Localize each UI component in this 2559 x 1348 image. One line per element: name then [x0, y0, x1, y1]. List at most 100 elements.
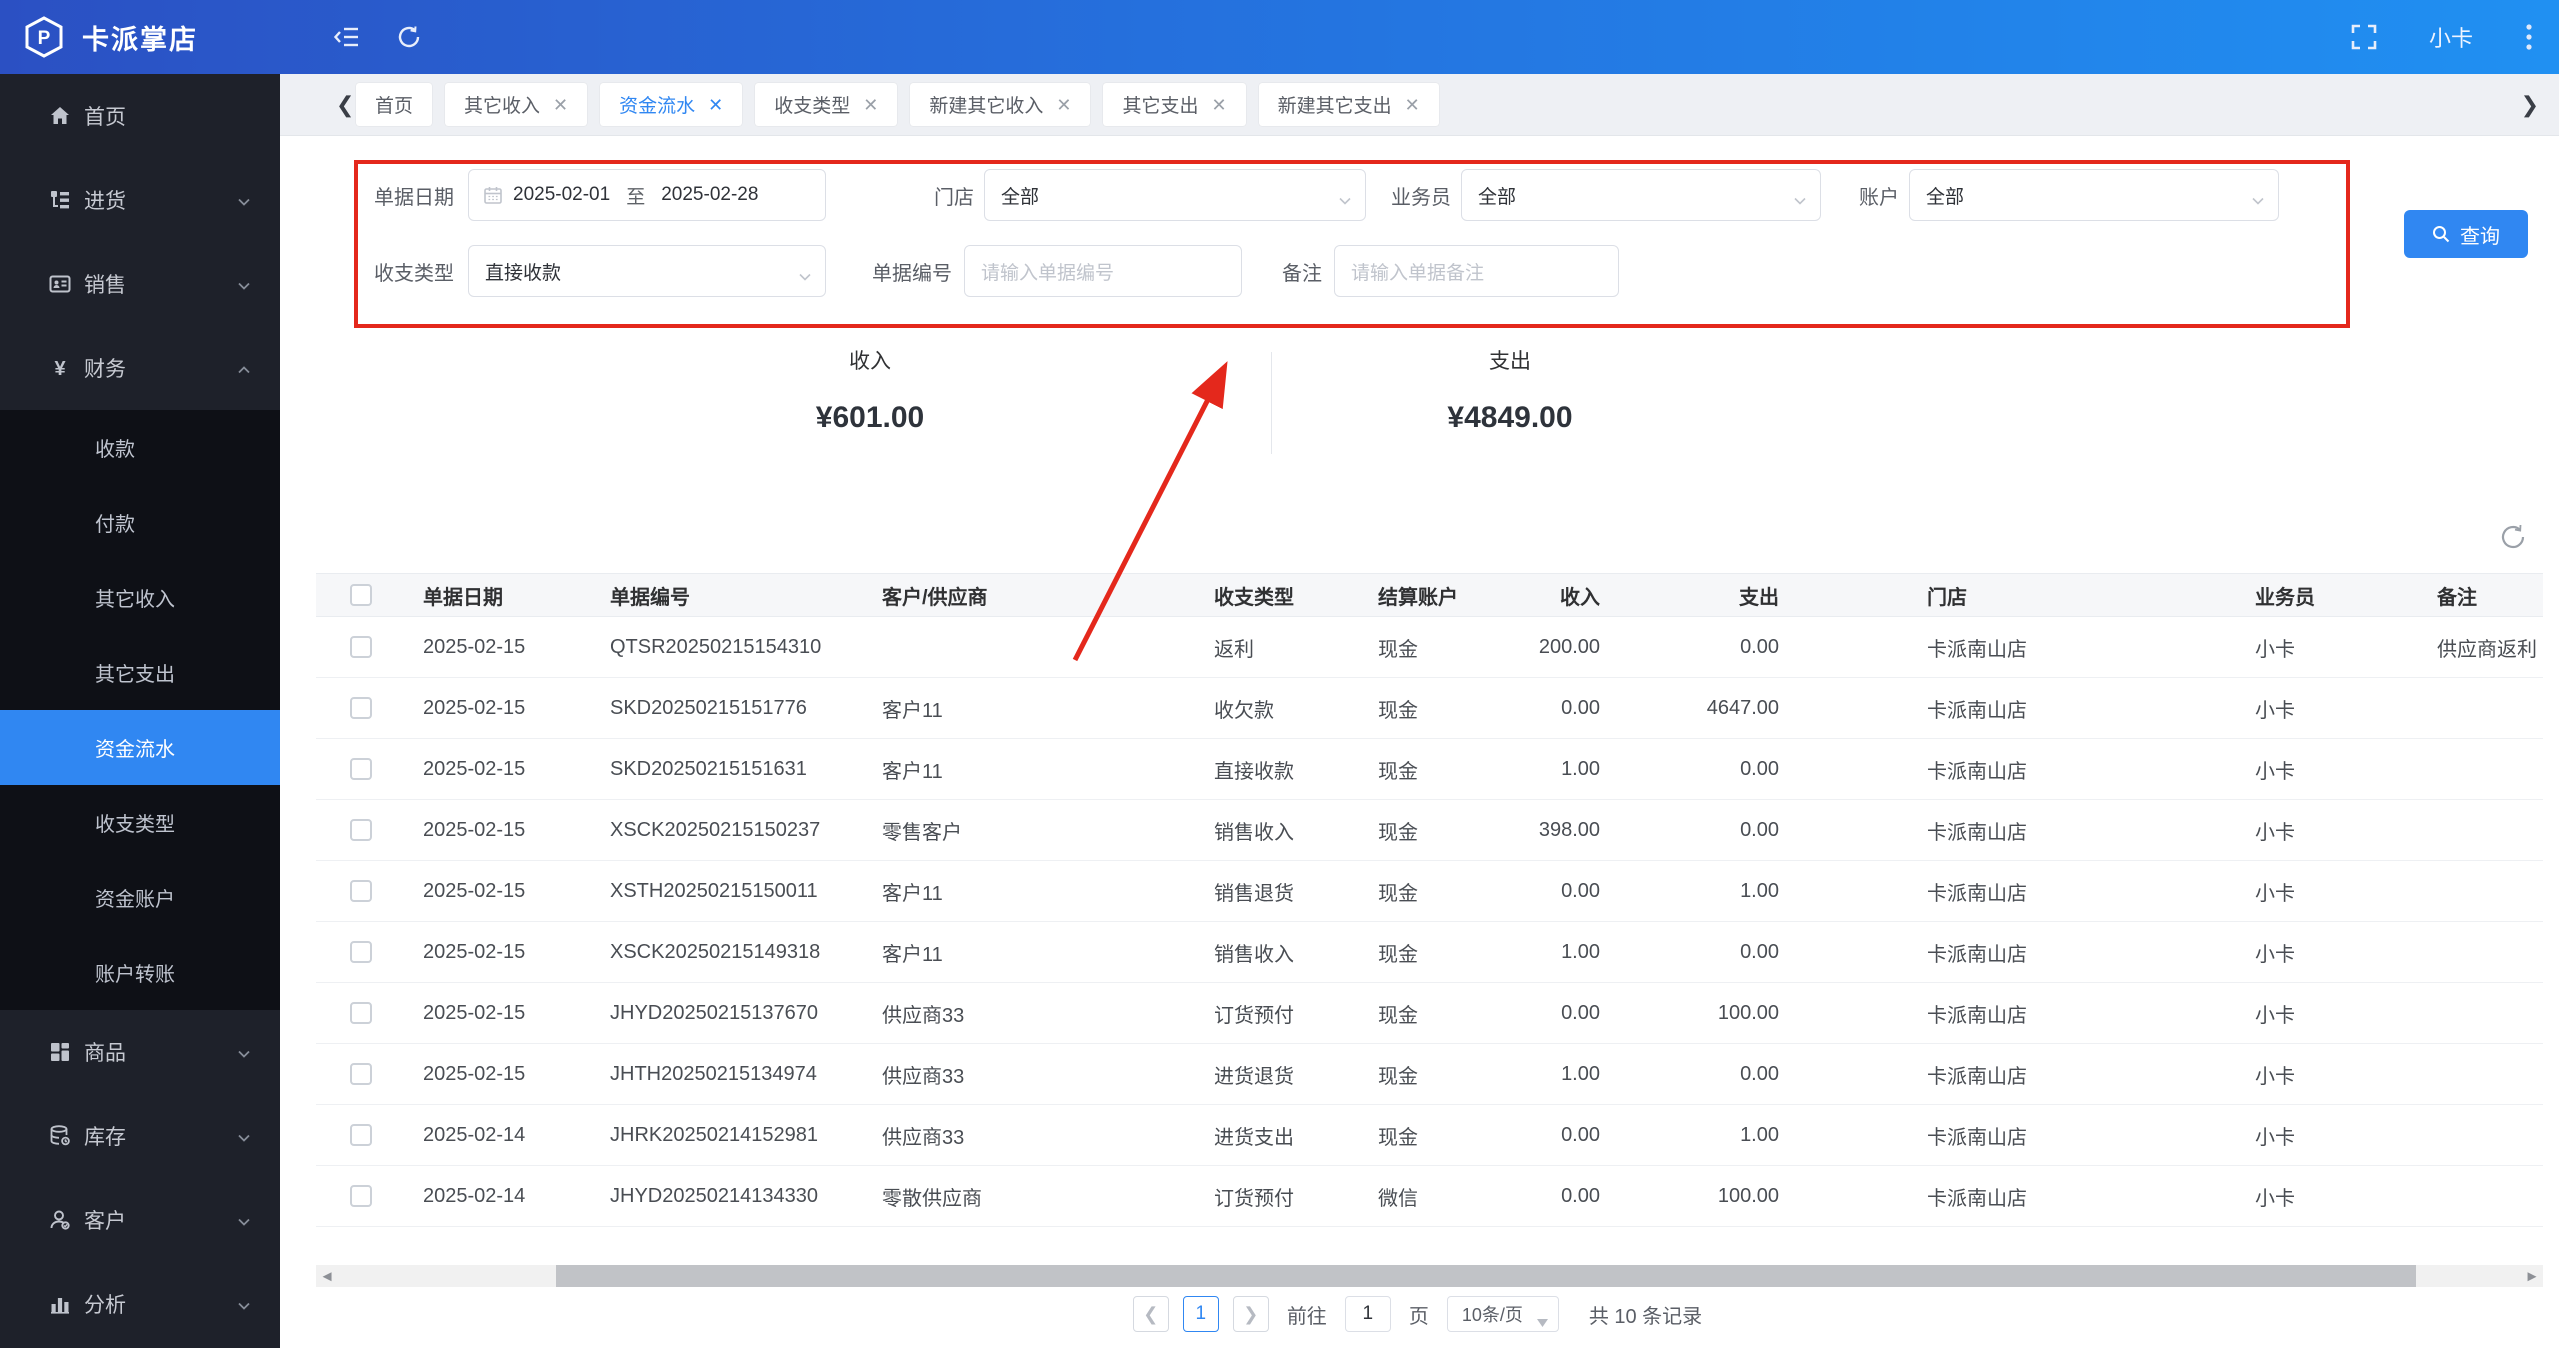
page-size-select[interactable]: 10条/页: [1446, 1296, 1559, 1332]
horizontal-scrollbar[interactable]: ◄ ►: [316, 1265, 2543, 1287]
collapse-menu-icon[interactable]: [334, 24, 360, 50]
cell-customer: 客户11: [854, 860, 1186, 922]
sidebar-item[interactable]: 资金流水: [0, 710, 280, 785]
cell-expense: 100.00: [1606, 982, 1785, 1044]
sidebar-item[interactable]: 账户转账: [0, 935, 280, 1010]
row-checkbox[interactable]: [350, 941, 372, 964]
table-row: 2025-02-14 JHYD20250214134330 零散供应商 订货预付…: [316, 1165, 2543, 1227]
user-name[interactable]: 小卡: [2429, 21, 2473, 53]
svg-text:¥: ¥: [54, 358, 66, 380]
remark-input[interactable]: 请输入单据备注: [1334, 245, 1619, 297]
row-checkbox[interactable]: [350, 1124, 372, 1147]
row-checkbox[interactable]: [350, 636, 372, 659]
filter-row-2: 收支类型 直接收款 单据编号 请输入单据编号 备注 请输入单据备注: [280, 245, 1619, 297]
cell-docno-link[interactable]: QTSR20250215154310: [582, 616, 854, 678]
refresh-icon[interactable]: [396, 24, 422, 50]
cell-date: 2025-02-15: [395, 738, 582, 800]
tab-close-icon[interactable]: ✕: [1211, 96, 1226, 114]
page-number-button[interactable]: 1: [1182, 1296, 1219, 1332]
tab[interactable]: 其它收入 ✕: [445, 83, 588, 126]
sidebar-item[interactable]: 分析: [0, 1262, 280, 1346]
col-store: 门店: [1785, 573, 2227, 617]
row-checkbox[interactable]: [350, 1002, 372, 1025]
row-checkbox[interactable]: [350, 880, 372, 903]
tab[interactable]: 新建其它收入 ✕: [910, 83, 1091, 126]
account-select[interactable]: 全部: [1909, 169, 2279, 221]
cell-account: 现金: [1350, 616, 1498, 678]
chevron-icon: [236, 1212, 252, 1228]
row-checkbox[interactable]: [350, 819, 372, 842]
goto-label: 前往: [1286, 1305, 1327, 1328]
scroll-right-icon[interactable]: ►: [2521, 1265, 2543, 1287]
cell-docno-link[interactable]: XSTH20250215150011: [582, 860, 854, 922]
sidebar-item[interactable]: 进货: [0, 158, 280, 242]
tab-close-icon[interactable]: ✕: [863, 96, 878, 114]
row-checkbox[interactable]: [350, 697, 372, 720]
sidebar-item[interactable]: 其它支出: [0, 635, 280, 710]
cell-expense: 1.00: [1606, 1104, 1785, 1166]
cell-docno-link[interactable]: XSCK20250215150237: [582, 799, 854, 861]
date-range-picker[interactable]: 2025-02-01 至 2025-02-28: [468, 169, 826, 221]
sidebar-item[interactable]: 资金账户: [0, 860, 280, 935]
tab[interactable]: 资金流水 ✕: [600, 83, 743, 126]
clerk-select[interactable]: 全部: [1461, 169, 1821, 221]
tab-close-icon[interactable]: ✕: [708, 96, 723, 114]
tab[interactable]: 新建其它支出 ✕: [1258, 83, 1439, 126]
date-from[interactable]: 2025-02-01: [513, 184, 610, 206]
select-all-checkbox[interactable]: [350, 584, 372, 607]
sidebar-item[interactable]: 销售: [0, 242, 280, 326]
cell-docno-link[interactable]: SKD20250215151631: [582, 738, 854, 800]
tab[interactable]: 其它支出 ✕: [1103, 83, 1246, 126]
fullscreen-icon[interactable]: [2351, 24, 2377, 50]
sidebar-item[interactable]: 商品: [0, 1010, 280, 1094]
cell-store: 卡派南山店: [1785, 1165, 2227, 1227]
tabs-scroll-left-icon[interactable]: ❮: [336, 74, 354, 136]
search-button[interactable]: 查询: [2404, 210, 2528, 258]
sidebar-item[interactable]: 客户: [0, 1178, 280, 1262]
sidebar-item[interactable]: ¥ 财务: [0, 326, 280, 410]
sidebar-item[interactable]: 收款: [0, 410, 280, 485]
store-select[interactable]: 全部: [984, 169, 1366, 221]
table-row: 2025-02-15 XSCK20250215150237 零售客户 销售收入 …: [316, 799, 2543, 861]
cell-docno-link[interactable]: JHYD20250215137670: [582, 982, 854, 1044]
scrollbar-thumb[interactable]: [556, 1265, 2416, 1287]
cell-docno-link[interactable]: JHYD20250214134330: [582, 1165, 854, 1227]
cell-date: 2025-02-14: [395, 1104, 582, 1166]
table-refresh-icon[interactable]: [2498, 522, 2528, 552]
tab[interactable]: 收支类型 ✕: [755, 83, 898, 126]
cell-docno-link[interactable]: XSCK20250215149318: [582, 921, 854, 983]
cell-type: 订货预付: [1186, 982, 1350, 1044]
next-page-button[interactable]: ❯: [1232, 1296, 1269, 1332]
chevron-down-icon: [2252, 190, 2264, 205]
cell-clerk: 小卡: [2227, 1165, 2400, 1227]
goto-page-input[interactable]: [1344, 1296, 1391, 1332]
tab-close-icon[interactable]: ✕: [553, 96, 568, 114]
cell-remark: [2400, 1104, 2543, 1166]
date-to[interactable]: 2025-02-28: [661, 184, 758, 206]
sidebar-item[interactable]: 其它收入: [0, 560, 280, 635]
type-select[interactable]: 直接收款: [468, 245, 826, 297]
sidebar: 首页 进货 销售 ¥ 财务 收款 付款 其它收入 其它支出 资金流水 收支类型 …: [0, 74, 280, 1348]
prev-page-button[interactable]: ❮: [1132, 1296, 1169, 1332]
col-clerk: 业务员: [2227, 573, 2400, 617]
cell-docno-link[interactable]: JHRK20250214152981: [582, 1104, 854, 1166]
sidebar-item[interactable]: 收支类型: [0, 785, 280, 860]
cell-income: 0.00: [1498, 860, 1606, 922]
row-checkbox[interactable]: [350, 1185, 372, 1208]
tab-close-icon[interactable]: ✕: [1405, 96, 1420, 114]
tab[interactable]: 首页: [356, 83, 433, 126]
tabs-scroll-right-icon[interactable]: ❯: [2521, 74, 2539, 136]
cell-docno-link[interactable]: SKD20250215151776: [582, 677, 854, 739]
more-menu-icon[interactable]: [2525, 22, 2533, 52]
table-row: 2025-02-15 SKD20250215151776 客户11 收欠款 现金…: [316, 677, 2543, 739]
tab-close-icon[interactable]: ✕: [1056, 96, 1071, 114]
sidebar-item[interactable]: 库存: [0, 1094, 280, 1178]
docno-input[interactable]: 请输入单据编号: [964, 245, 1242, 297]
scroll-left-icon[interactable]: ◄: [316, 1265, 338, 1287]
row-checkbox[interactable]: [350, 758, 372, 781]
sidebar-item[interactable]: 首页: [0, 74, 280, 158]
sidebar-item[interactable]: 付款: [0, 485, 280, 560]
cell-docno-link[interactable]: JHTH20250215134974: [582, 1043, 854, 1105]
cell-remark: [2400, 860, 2543, 922]
row-checkbox[interactable]: [350, 1063, 372, 1086]
